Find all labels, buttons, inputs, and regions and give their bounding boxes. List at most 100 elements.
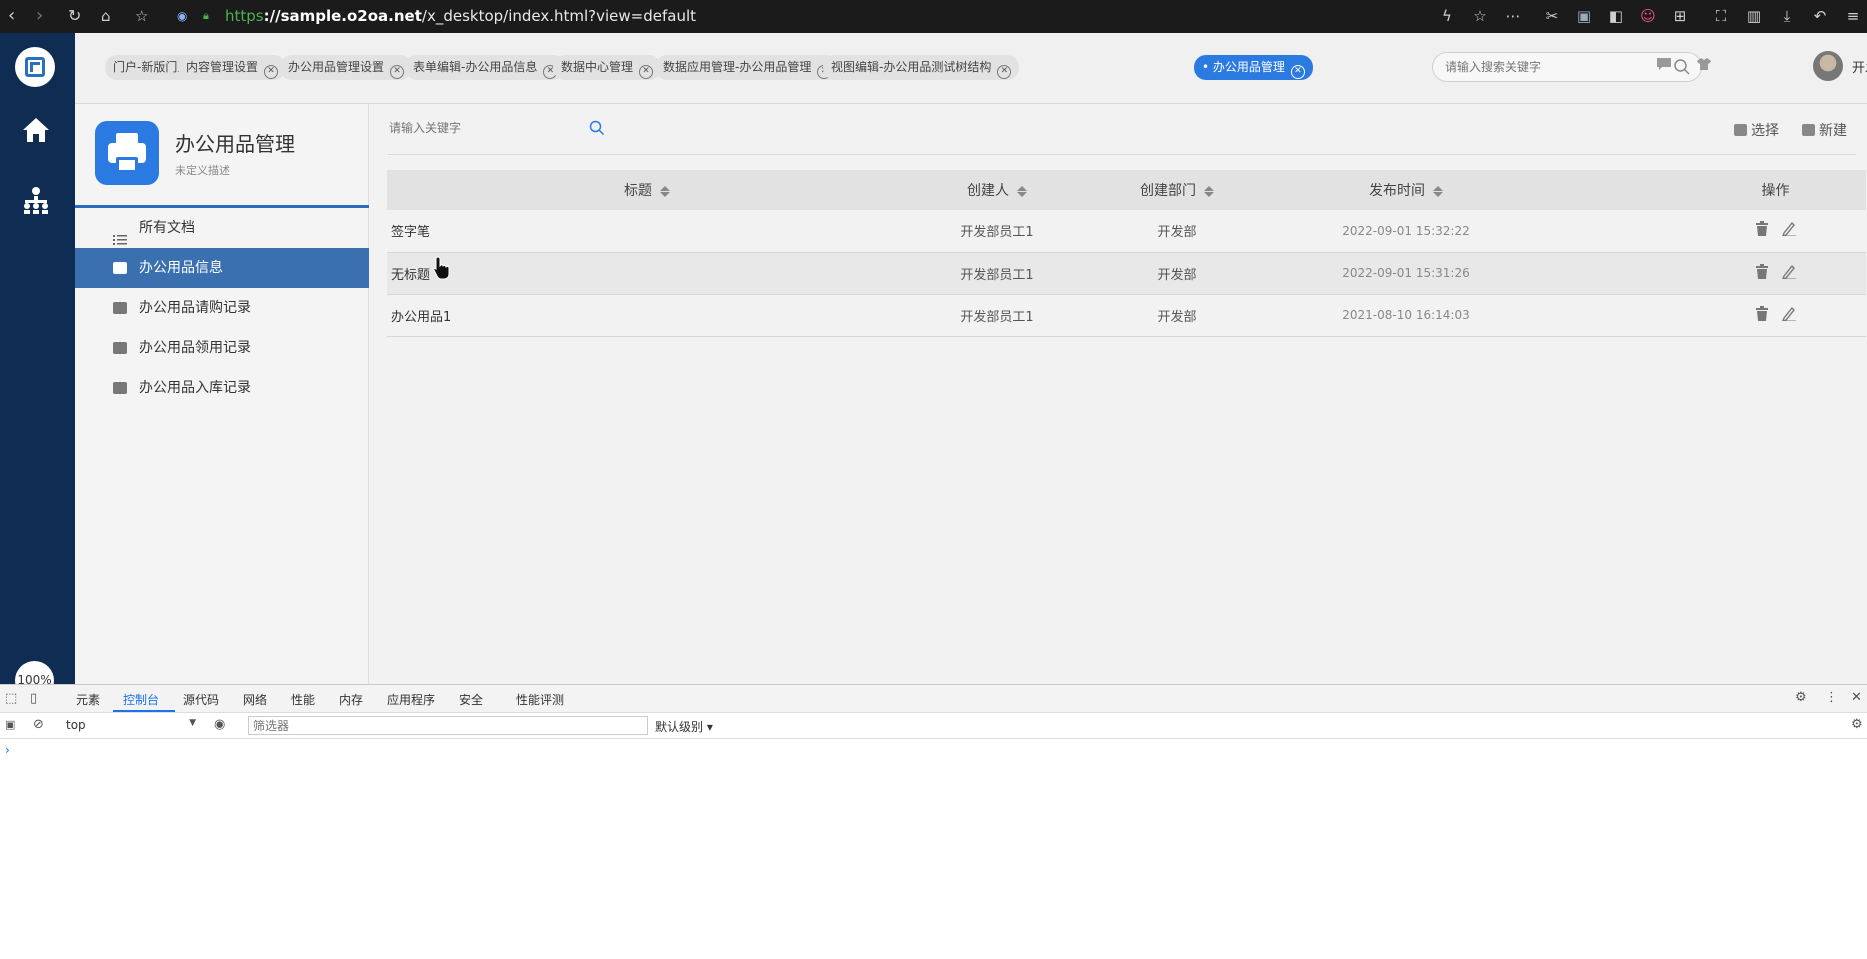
cell-title[interactable]: 无标题: [387, 252, 907, 295]
console-prompt[interactable]: ›: [5, 743, 10, 757]
bookmark-star-icon[interactable]: ☆: [135, 4, 148, 28]
tab-data-center[interactable]: 数据中心管理 ✕: [553, 55, 662, 80]
screenshot-icon[interactable]: ✂: [1541, 5, 1563, 27]
sort-icon[interactable]: [660, 185, 670, 197]
sidebar-toggle-icon[interactable]: ▣: [5, 718, 15, 731]
sidebar-item-label: 办公用品信息: [139, 260, 223, 276]
fullscreen-icon[interactable]: ⛶: [1710, 5, 1732, 27]
home-icon[interactable]: [20, 115, 52, 147]
select-button[interactable]: 选择: [1734, 120, 1779, 140]
menu-icon[interactable]: ≡: [1842, 5, 1864, 27]
delete-icon[interactable]: [1755, 263, 1769, 283]
new-button[interactable]: 新建: [1802, 120, 1847, 140]
tab-form-edit[interactable]: 表单编辑-办公用品信息 ✕: [405, 55, 566, 80]
device-toolbar-icon[interactable]: ▯: [30, 691, 37, 706]
forward-icon[interactable]: ›: [36, 4, 43, 28]
cell-actions: [1545, 210, 1866, 253]
devtools-tab-application[interactable]: 应用程序: [387, 691, 435, 708]
tab-bar: 门户-新版门户 内容管理设置 ✕ 办公用品管理设置 ✕ 表单编辑-办公用品信息 ✕ 数…: [75, 33, 1867, 104]
edit-icon[interactable]: [1781, 221, 1796, 240]
log-level-dropdown[interactable]: 默认级别 ▾: [655, 718, 713, 735]
table-row[interactable]: 办公用品1 开发部员工1 开发部 2021-08-10 16:14:03: [387, 294, 1866, 337]
devtools-tab-security[interactable]: 安全: [459, 691, 483, 708]
translate-icon[interactable]: ▣: [1573, 5, 1595, 27]
apps-grid-icon[interactable]: ⊞: [1669, 5, 1691, 27]
tab-office-supplies-settings[interactable]: 办公用品管理设置 ✕: [280, 55, 413, 80]
column-header-creator[interactable]: 创建人: [907, 170, 1087, 210]
close-icon[interactable]: ✕: [1290, 65, 1305, 79]
user-name[interactable]: 开发部员工1: [1852, 57, 1867, 76]
folder-icon: [113, 382, 127, 394]
edit-icon[interactable]: [1781, 306, 1796, 325]
tab-office-supplies[interactable]: • 办公用品管理 ✕: [1194, 55, 1313, 80]
sort-icon[interactable]: [1017, 185, 1027, 197]
gear-icon[interactable]: ⚙: [1851, 717, 1863, 732]
close-icon[interactable]: ✕: [997, 65, 1012, 79]
sidebar-icon[interactable]: ▥: [1743, 5, 1765, 27]
table-row[interactable]: 无标题 开发部员工1 开发部 2022-09-01 15:31:26: [387, 252, 1866, 295]
devtools-tab-network[interactable]: 网络: [243, 691, 267, 708]
context-selector[interactable]: top ▼: [66, 718, 196, 732]
cell-title[interactable]: 签字笔: [387, 210, 907, 253]
home-icon[interactable]: ⌂: [101, 4, 111, 28]
inspect-icon[interactable]: ⬚: [5, 691, 17, 706]
edit-icon[interactable]: [1781, 264, 1796, 283]
table-row[interactable]: 签字笔 开发部员工1 开发部 2022-09-01 15:32:22: [387, 210, 1866, 253]
theme-icon[interactable]: [1693, 55, 1715, 77]
devtools-tab-elements[interactable]: 元素: [76, 691, 100, 708]
search-icon[interactable]: [1673, 58, 1691, 80]
sidebar-item-usage-records[interactable]: 办公用品领用记录: [75, 328, 369, 368]
more-icon[interactable]: ⋯: [1502, 5, 1524, 27]
logo-icon[interactable]: [15, 47, 55, 87]
site-info-icon[interactable]: ◉: [177, 4, 187, 28]
tab-view-edit[interactable]: 视图编辑-办公用品测试树结构 ✕: [823, 55, 1020, 80]
sidebar-item-label: 办公用品请购记录: [139, 300, 251, 316]
extension-icon[interactable]: ◧: [1605, 5, 1627, 27]
sidebar-item-purchase-records[interactable]: 办公用品请购记录: [75, 288, 369, 328]
undo-icon[interactable]: ↶: [1809, 5, 1831, 27]
address-bar[interactable]: https://sample.o2oa.net/x_desktop/index.…: [225, 7, 696, 25]
sidebar-item-all-docs[interactable]: 所有文档: [75, 208, 369, 248]
folder-icon: [113, 262, 127, 274]
app-header: 办公用品管理 未定义描述: [75, 104, 369, 208]
close-icon[interactable]: ✕: [639, 65, 654, 79]
sidebar-item-stock-records[interactable]: 办公用品入库记录: [75, 368, 369, 408]
message-icon[interactable]: [1653, 55, 1675, 77]
more-vertical-icon[interactable]: ⋮: [1825, 690, 1838, 705]
avatar[interactable]: [1813, 51, 1843, 81]
cell-creator: 开发部员工1: [907, 252, 1087, 295]
close-icon[interactable]: ✕: [390, 65, 405, 79]
extension-face-icon[interactable]: ☺: [1637, 5, 1659, 27]
column-header-title[interactable]: 标题: [387, 170, 907, 210]
keyword-search-input[interactable]: [389, 116, 559, 140]
devtools-tab-memory[interactable]: 内存: [339, 691, 363, 708]
clear-console-icon[interactable]: ⊘: [33, 717, 44, 732]
console-filter-input[interactable]: [248, 716, 648, 735]
devtools-tab-console[interactable]: 控制台: [123, 691, 159, 708]
column-header-time[interactable]: 发布时间: [1267, 170, 1545, 210]
cell-title[interactable]: 办公用品1: [387, 294, 907, 337]
delete-icon[interactable]: [1755, 221, 1769, 240]
sort-icon[interactable]: [1204, 185, 1214, 197]
sidebar-item-supplies-info[interactable]: 办公用品信息: [75, 248, 369, 288]
close-icon[interactable]: ✕: [1851, 690, 1862, 705]
download-icon[interactable]: ⤓: [1776, 5, 1798, 27]
global-search-input[interactable]: [1445, 58, 1665, 76]
org-chart-icon[interactable]: [20, 185, 52, 217]
tab-data-app[interactable]: 数据应用管理-办公用品管理✕: [655, 55, 840, 80]
close-icon[interactable]: ✕: [264, 65, 279, 79]
sort-icon[interactable]: [1433, 185, 1443, 197]
tab-content-settings[interactable]: 内容管理设置 ✕: [178, 55, 287, 80]
eye-icon[interactable]: ◉: [214, 717, 225, 732]
favorite-star-icon[interactable]: ☆: [1469, 5, 1491, 27]
devtools-tab-sources[interactable]: 源代码: [183, 691, 219, 708]
search-icon[interactable]: [589, 120, 605, 140]
back-icon[interactable]: ‹: [8, 4, 15, 28]
reload-icon[interactable]: ↻: [68, 4, 81, 28]
column-header-dept[interactable]: 创建部门: [1087, 170, 1267, 210]
lightning-icon[interactable]: ϟ: [1436, 5, 1458, 27]
delete-icon[interactable]: [1755, 305, 1769, 325]
devtools-tab-lighthouse[interactable]: 性能评测: [516, 691, 564, 708]
devtools-tab-performance[interactable]: 性能: [291, 691, 315, 708]
gear-icon[interactable]: ⚙: [1795, 690, 1807, 705]
